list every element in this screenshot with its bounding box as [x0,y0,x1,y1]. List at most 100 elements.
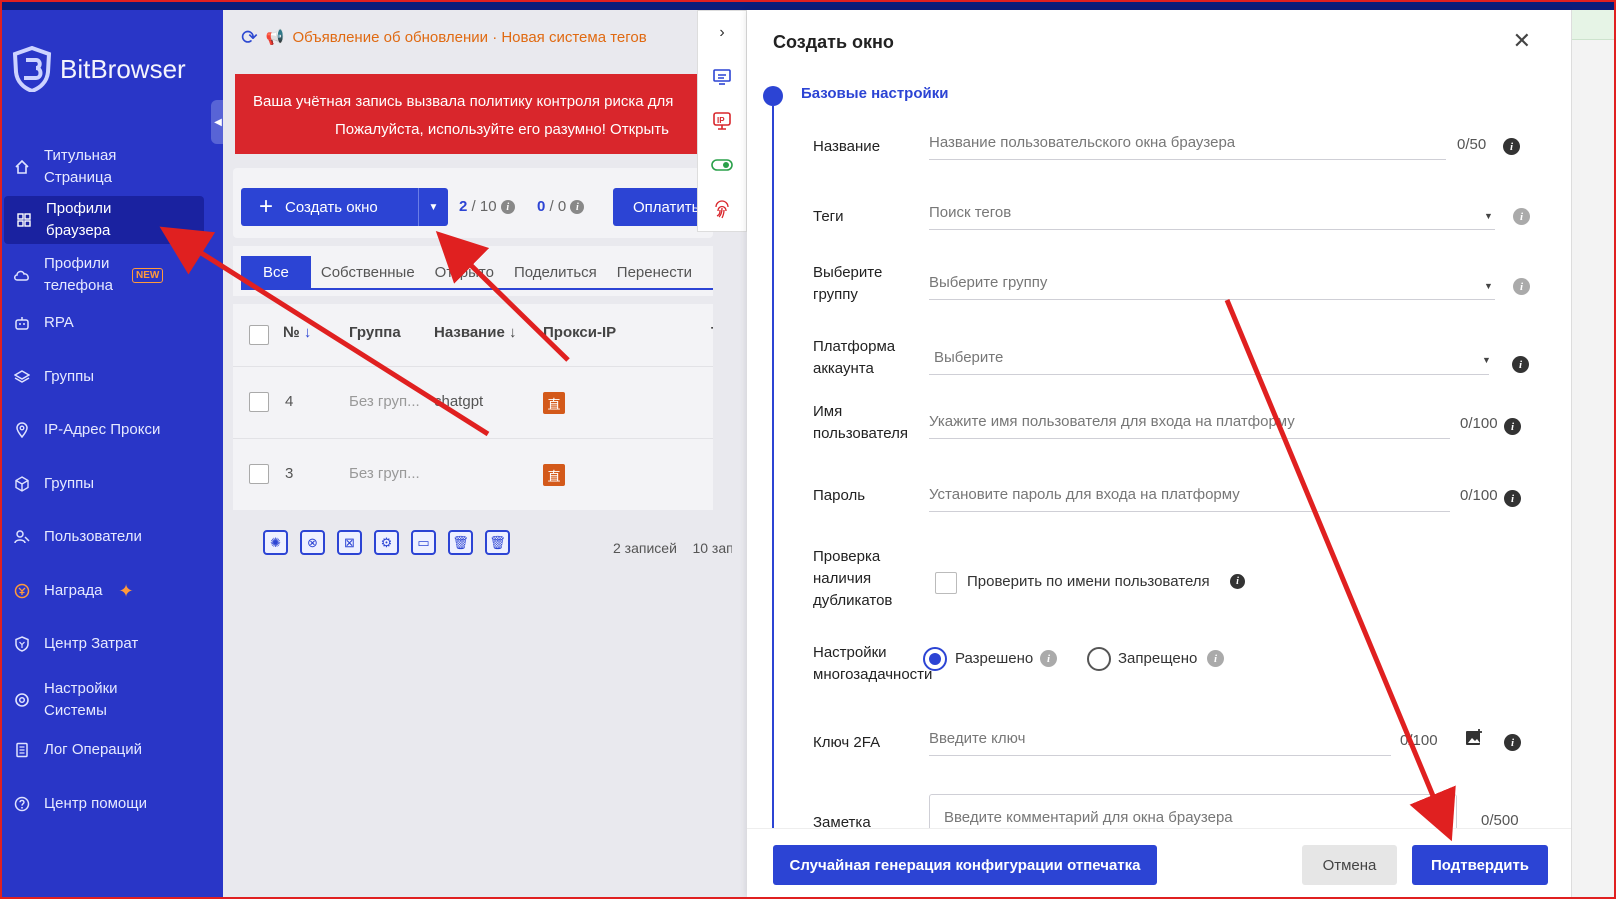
image-upload-icon[interactable] [1465,728,1485,748]
tab-all[interactable]: Все [241,256,311,288]
column-number[interactable]: № ↓ [283,324,311,341]
create-window-label: Создать окно [285,198,378,216]
row-checkbox[interactable] [249,464,269,484]
page-size-select[interactable]: 10 зап [692,540,732,556]
duplicate-check-option[interactable]: Проверить по имени пользователя [967,573,1210,590]
tab-transfer[interactable]: Перенести [607,256,702,288]
sidebar-item-home[interactable]: Титульная Страница [2,144,223,190]
column-name[interactable]: Название ↓ [434,324,516,341]
row-checkbox[interactable] [249,392,269,412]
password-input[interactable]: Установите пароль для входа на платформу [929,478,1450,512]
info-icon[interactable]: i [570,200,585,215]
pagination-info: 2 записей 10 зап [613,540,732,556]
username-input[interactable]: Укажите имя пользователя для входа на пл… [929,405,1450,439]
sidebar-item-rpa[interactable]: RPA [2,306,223,340]
info-icon[interactable]: i [1512,356,1529,373]
sidebar-item-phone-profiles[interactable]: Профили телефона NEW [2,252,223,298]
info-icon[interactable]: i [1207,650,1224,667]
info-icon[interactable]: i [1513,278,1530,295]
name-input[interactable]: Название пользовательского окна браузера [929,126,1446,160]
sidebar-item-browser-profiles[interactable]: Профили браузера [4,196,204,244]
info-icon[interactable]: i [1504,490,1521,507]
sidebar-item-log[interactable]: Лог Операций [2,733,223,767]
multitask-forbidden-radio[interactable] [1087,647,1111,671]
close-circle-icon[interactable]: ⊗ [300,530,325,555]
close-square-icon[interactable]: ⊠ [337,530,362,555]
multitask-allowed-label[interactable]: Разрешено [955,650,1033,667]
cloud-icon [12,265,32,285]
refresh-icon[interactable]: ⟳ [241,25,258,50]
sidebar-item-settings[interactable]: Настройки Системы [2,677,223,723]
cancel-button[interactable]: Отмена [1302,845,1397,885]
main-content: ⟳ 📢 Объявление об обновлении · Новая сис… [223,10,747,897]
chevron-right-icon: › [719,24,725,41]
sidebar-item-users[interactable]: Пользователи [2,520,223,554]
trash-icon[interactable]: 🗑 [485,530,510,555]
info-icon[interactable]: i [1040,650,1057,667]
username-label: Имя пользователя [813,403,908,442]
toggle-tool-button[interactable] [698,143,746,187]
ip-icon: IP [713,112,731,130]
group-label: Выберите группу [813,264,883,303]
tab-share[interactable]: Поделиться [504,256,607,288]
help-icon [12,794,32,814]
tags-select[interactable]: Поиск тегов [929,196,1495,230]
sidebar-item-cost-center[interactable]: Центр Затрат [2,627,223,661]
expand-button[interactable]: › [698,11,746,55]
table-row[interactable]: 4 Без груп... chatgpt 直 [233,366,713,438]
caret-down-icon: ▼ [1482,355,1491,365]
platform-select[interactable]: Выберите [929,341,1489,375]
proxy-direct-icon: 直 [543,464,565,486]
location-icon [12,420,32,440]
tab-own[interactable]: Собственные [311,256,425,288]
tab-open[interactable]: Открыто [425,256,504,288]
monitor-sync-icon [713,69,731,85]
multitask-forbidden-label[interactable]: Запрещено [1118,650,1197,667]
risk-warning-banner: Ваша учётная запись вызвала политику кон… [235,74,705,154]
info-icon[interactable]: i [1504,734,1521,751]
sync-tool-button[interactable] [698,55,746,99]
warning-line-2[interactable]: Пожалуйста, используйте его разумно! Отк… [253,116,705,144]
sidebar-item-help[interactable]: Центр помощи [2,787,223,821]
group-select[interactable]: Выберите группу [929,266,1495,300]
table-row[interactable]: 3 Без груп... 直 [233,438,713,510]
duplicate-check-checkbox[interactable] [935,572,957,594]
info-icon[interactable]: i [1513,208,1530,225]
chevron-left-icon: ◀ [214,116,222,128]
password-label: Пароль [813,487,866,504]
sidebar-item-proxy[interactable]: IP-Адрес Прокси [2,413,223,447]
sort-icon[interactable]: ↓ [509,324,517,341]
create-dropdown-button[interactable]: ▼ [418,188,448,226]
confirm-button[interactable]: Подтвердить [1412,845,1548,885]
ip-tool-button[interactable]: IP [698,99,746,143]
fingerprint-tool-button[interactable] [698,187,746,231]
sidebar-item-groups-2[interactable]: Группы [2,467,223,501]
close-icon[interactable]: ✕ [1513,28,1531,54]
announcement-bar[interactable]: ⟳ 📢 Объявление об обновлении · Новая сис… [223,24,693,50]
random-fingerprint-button[interactable]: Случайная генерация конфигурации отпечат… [773,845,1157,885]
create-window-button[interactable]: + Создать окно ▼ [241,188,448,226]
toggle-icon [711,159,733,171]
sidebar-item-groups[interactable]: Группы [2,360,223,394]
app-name: BitBrowser [60,53,186,84]
proxy-direct-icon: 直 [543,392,565,414]
window-icon[interactable]: ▭ [411,530,436,555]
sidebar-item-reward[interactable]: Награда ✦ [2,574,223,608]
trash-clear-icon[interactable]: 🗑 [448,530,473,555]
info-icon[interactable]: i [1504,418,1521,435]
info-icon[interactable]: i [1230,574,1245,589]
sidebar-item-label: Профили телефона [44,255,113,294]
robot-icon[interactable]: ⚙ [374,530,399,555]
tags-label: Теги [813,208,844,225]
aperture-icon[interactable]: ✺ [263,530,288,555]
multitask-allowed-radio[interactable] [923,647,947,671]
duplicate-check-label: Проверка наличия дубликатов [813,548,893,609]
select-all-checkbox[interactable] [249,325,269,345]
announcement-text[interactable]: Объявление об обновлении · Новая система… [292,29,646,46]
sort-icon[interactable]: ↓ [304,324,312,341]
sidebar-item-label: Пользователи [44,528,142,545]
twofa-input[interactable]: Введите ключ [929,722,1391,756]
info-icon[interactable]: i [500,200,515,215]
row-number: 3 [285,465,294,482]
info-icon[interactable]: i [1503,138,1520,155]
